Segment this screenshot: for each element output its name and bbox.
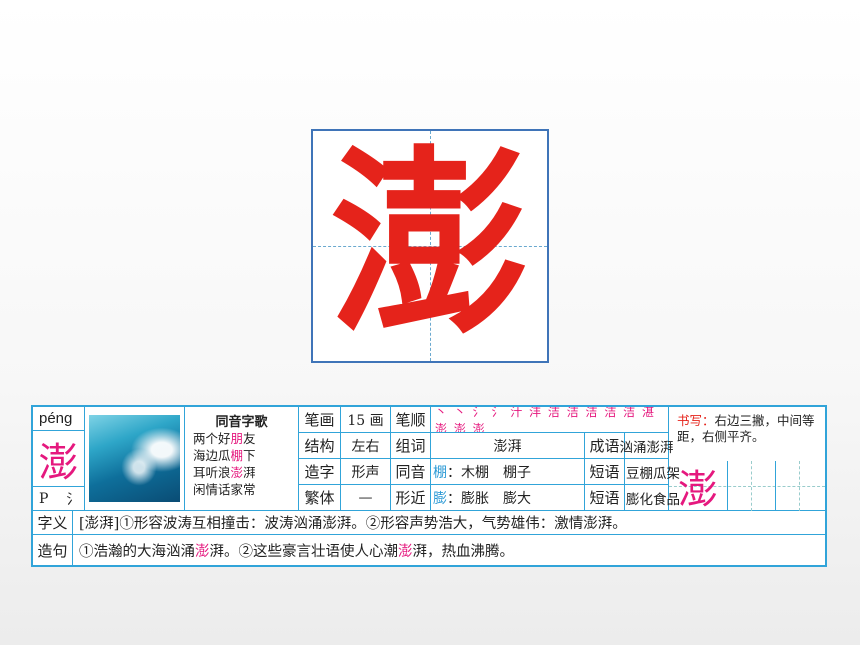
song-line: 闲情话家常 [193,482,256,497]
radical-char: 氵 [66,491,81,508]
order-label: 笔顺 [391,407,431,433]
sentence-row: 造句 ①浩瀚的大海汹涌澎湃。②这些豪言壮语使人心潮澎湃，热血沸腾。 [33,535,825,565]
radical: P 氵 [33,487,85,511]
sentence-text: ①浩瀚的大海汹涌澎湃。②这些豪言壮语使人心潮澎湃，热血沸腾。 [79,543,514,560]
strokes-label: 笔画 [299,407,341,433]
writing-tips: 书写：右边三撇，中间等距，右侧平齐。 澎 [669,407,825,513]
phrase-value-1: 豆棚瓜架 [625,459,680,485]
writing-label: 书写： [677,413,715,428]
traditional-value: — [341,485,391,511]
song-title: 同音字歌 [215,415,268,430]
meaning-row: 字义 [澎湃]①形容波涛互相撞击：波涛汹涌澎湃。②形容声势浩大，气势雄伟：激情澎… [33,511,825,535]
main-character: 澎 [329,129,530,362]
phrase-label: 短语 [585,459,625,485]
radical-letter: P [39,490,49,507]
meaning-text: [澎湃]①形容波涛互相撞击：波涛汹涌澎湃。②形容声势浩大，气势雄伟：激情澎湃。 [79,516,627,532]
similar-label: 形近 [391,485,431,511]
sea-wave-image [85,407,185,511]
words-value: 澎湃 [431,433,585,459]
song-line: 海边瓜棚下 [193,448,256,463]
formation-value: 形声 [341,459,391,485]
song-line: 两个好朋友 [193,431,256,446]
small-character: 澎 [33,431,85,487]
sentence-label: 造句 [33,535,73,565]
pinyin: péng [33,407,85,431]
phrase-value-2: 膨化食品 [625,485,680,511]
writing-sample-character: 澎 [678,467,718,513]
character-info-card: péng 澎 P 氵 同音字歌 两个好朋友 海边瓜棚下 耳听浪澎湃 闲情话家常 … [31,405,827,567]
structure-value: 左右 [341,433,391,459]
words-label: 组词 [391,433,431,459]
writing-practice-grid: 澎 [669,461,825,513]
formation-label: 造字 [299,459,341,485]
homophone-label: 同音 [391,459,431,485]
homophone-value: 棚：木棚 棚子 [431,459,585,485]
structure-label: 结构 [299,433,341,459]
meaning-label: 字义 [33,511,73,534]
strokes-value: 15 画 [341,407,391,433]
stroke-order: 丶 丶 氵 氵 汁 沣 洁 洁 洁 洁 洁 湛 澎 澎 澎 [435,407,656,433]
song-line: 耳听浪澎湃 [193,465,256,480]
idiom-value: 汹涌澎湃 [620,433,674,459]
similar-value: 膨：膨胀 膨大 [431,485,585,511]
phrase-label-2: 短语 [585,485,625,511]
traditional-label: 繁体 [299,485,341,511]
homophone-song: 同音字歌 两个好朋友 海边瓜棚下 耳听浪澎湃 闲情话家常 [185,407,299,511]
character-grid: 澎 [311,129,549,363]
